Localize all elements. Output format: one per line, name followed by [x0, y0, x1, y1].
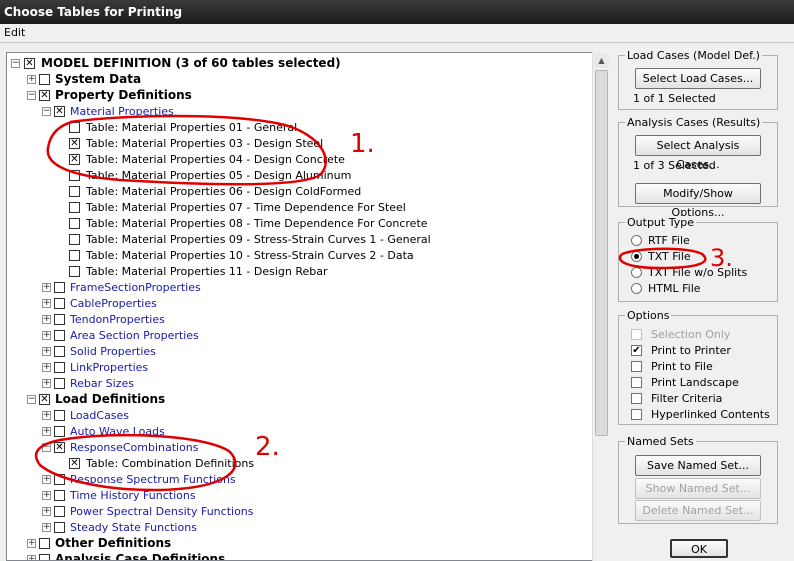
expand-icon[interactable]: + [42, 427, 51, 436]
expand-icon[interactable]: + [42, 491, 51, 500]
load-item-checkbox[interactable] [54, 506, 65, 517]
output-type-radio[interactable] [631, 235, 642, 246]
expand-icon[interactable]: + [42, 523, 51, 532]
option-checkbox[interactable] [631, 393, 642, 404]
expand-icon[interactable]: + [42, 331, 51, 340]
option-checkbox[interactable]: ✔ [631, 345, 642, 356]
property-definitions-checkbox[interactable]: ✕ [39, 90, 50, 101]
table-checkbox[interactable] [69, 122, 80, 133]
expand-icon[interactable]: + [42, 283, 51, 292]
property-item-checkbox[interactable] [54, 330, 65, 341]
expand-icon[interactable]: + [42, 299, 51, 308]
property-item-checkbox[interactable] [54, 282, 65, 293]
menu-edit[interactable]: Edit [4, 26, 25, 39]
named-sets-group: Named Sets Save Named Set... Show Named … [618, 435, 778, 524]
response-combinations-checkbox[interactable]: ✕ [54, 442, 65, 453]
expand-icon[interactable]: + [42, 507, 51, 516]
table-checkbox[interactable]: ✕ [69, 138, 80, 149]
radio-selected-dot [634, 254, 639, 259]
select-load-cases-button[interactable]: Select Load Cases... [635, 68, 761, 89]
auto-wave-loads-checkbox[interactable] [54, 426, 65, 437]
load-item-checkbox[interactable] [54, 474, 65, 485]
material-properties-checkbox[interactable]: ✕ [54, 106, 65, 117]
show-named-set-button: Show Named Set... [635, 478, 761, 499]
ok-button[interactable]: OK [670, 539, 728, 558]
option-label: Selection Only [651, 328, 731, 341]
analysis-cases-group: Analysis Cases (Results) Select Analysis… [618, 116, 778, 219]
load-item-checkbox[interactable] [54, 490, 65, 501]
output-type-radio[interactable] [631, 251, 642, 262]
option-label: Hyperlinked Contents [651, 408, 770, 421]
modify-show-options-button[interactable]: Modify/Show Options... [635, 183, 761, 219]
table-tree[interactable]: − ✕ MODEL DEFINITION (3 of 60 tables sel… [6, 52, 610, 561]
expand-icon[interactable]: + [27, 75, 36, 84]
property-item-checkbox[interactable] [54, 346, 65, 357]
analysis-cases-status: 1 of 3 Selected [633, 159, 716, 172]
other-definitions-checkbox[interactable] [39, 538, 50, 549]
option-checkbox [631, 329, 642, 340]
option-label: Filter Criteria [651, 392, 723, 405]
table-checkbox[interactable] [69, 218, 80, 229]
output-type-radio[interactable] [631, 267, 642, 278]
output-type-label: RTF File [648, 234, 690, 247]
delete-named-set-button: Delete Named Set... [635, 500, 761, 521]
property-item-checkbox[interactable] [54, 378, 65, 389]
output-type-label: TXT File [648, 250, 691, 263]
property-item-checkbox[interactable] [54, 314, 65, 325]
collapse-icon[interactable]: − [11, 59, 20, 68]
option-checkbox[interactable] [631, 361, 642, 372]
property-item-checkbox[interactable] [54, 362, 65, 373]
load-item-checkbox[interactable] [54, 522, 65, 533]
load-cases-checkbox[interactable] [54, 410, 65, 421]
expand-icon[interactable]: + [42, 315, 51, 324]
save-named-set-button[interactable]: Save Named Set... [635, 455, 761, 476]
expand-icon[interactable]: + [42, 475, 51, 484]
options-group: Options Selection Only ✔ Print to Printer P… [618, 309, 778, 425]
load-cases-group: Load Cases (Model Def.) Select Load Case… [618, 49, 778, 110]
window-title: Choose Tables for Printing [0, 0, 794, 24]
option-checkbox[interactable] [631, 377, 642, 388]
expand-icon[interactable]: + [42, 379, 51, 388]
option-label: Print to File [651, 360, 713, 373]
table-checkbox[interactable] [69, 186, 80, 197]
output-type-radio[interactable] [631, 283, 642, 294]
option-checkbox[interactable] [631, 409, 642, 420]
output-type-group: Output Type RTF File TXT File TXT File w/o… [618, 216, 778, 302]
option-label: Print to Printer [651, 344, 731, 357]
expand-icon[interactable]: + [27, 555, 36, 560]
table-checkbox[interactable] [69, 250, 80, 261]
table-checkbox[interactable] [69, 234, 80, 245]
expand-icon[interactable]: + [42, 347, 51, 356]
output-type-label: HTML File [648, 282, 701, 295]
load-cases-status: 1 of 1 Selected [633, 92, 716, 105]
combination-definitions-checkbox[interactable]: ✕ [69, 458, 80, 469]
expand-icon[interactable]: + [27, 539, 36, 548]
expand-icon[interactable]: + [42, 411, 51, 420]
table-checkbox[interactable]: ✕ [69, 154, 80, 165]
collapse-icon[interactable]: − [42, 443, 51, 452]
collapse-icon[interactable]: − [27, 395, 36, 404]
analysis-case-definitions-checkbox[interactable] [39, 554, 50, 560]
select-analysis-cases-button[interactable]: Select Analysis Cases... [635, 135, 761, 171]
output-type-label: TXT File w/o Splits [648, 266, 748, 279]
tree-scrollbar[interactable]: ▲ [592, 52, 610, 561]
system-data-checkbox[interactable] [39, 74, 50, 85]
load-definitions-checkbox[interactable]: ✕ [39, 394, 50, 405]
table-checkbox[interactable] [69, 170, 80, 181]
table-checkbox[interactable] [69, 266, 80, 277]
property-item-checkbox[interactable] [54, 298, 65, 309]
scroll-thumb[interactable] [595, 70, 608, 436]
root-checkbox[interactable]: ✕ [24, 58, 35, 69]
scroll-up-icon[interactable]: ▲ [594, 53, 609, 68]
collapse-icon[interactable]: − [42, 107, 51, 116]
menu-bar: Edit [0, 24, 794, 43]
collapse-icon[interactable]: − [27, 91, 36, 100]
expand-icon[interactable]: + [42, 363, 51, 372]
option-label: Print Landscape [651, 376, 739, 389]
table-checkbox[interactable] [69, 202, 80, 213]
